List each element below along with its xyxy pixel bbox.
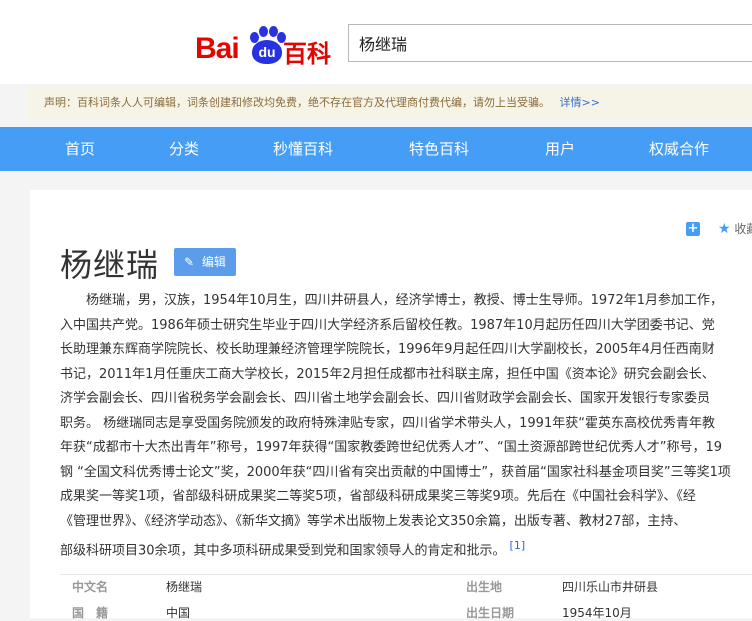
info-value: 1954年10月 [562,606,632,620]
summary-line: 职务。 杨继瑞同志是享受国务院颁发的政府特殊津贴专家，四川省学术带头人，1991… [60,415,715,431]
summary-line-last: 部级科研项目30余项，其中多项科研成果受到党和国家领导人的肯定和批示。 [1] [60,534,752,559]
search-box [348,24,752,62]
summary-line: 《管理世界》、《经济学动态》、《新华文摘》等学术出版物上发表论文350余篇，出版… [60,513,687,529]
header: Bai du 百科 [0,0,752,84]
collect-label: 收藏 [734,222,752,236]
info-label: 出生日期 [466,606,515,620]
nav-item-home[interactable]: 首页 [65,127,95,171]
summary-line: 长助理兼东辉商学院院长、校长助理兼经济管理学院院长，1996年9月起任四川大学副… [60,342,715,357]
nav-item-miaodong[interactable]: 秒懂百科 [273,127,333,171]
nav-item-featured[interactable]: 特色百科 [409,127,469,171]
summary-line: 成果奖一等奖1项，省部级科研成果奖二等奖5项，省部级科研成果奖三等奖9项。先后在… [60,489,696,504]
info-label: 国 籍 [72,606,109,620]
summary-line: 书记，2011年1月任重庆工商大学校长，2015年2月担任成都市社科联主席，担任… [60,366,715,382]
info-value: 杨继瑞 [166,580,203,594]
add-icon[interactable]: + [686,222,700,236]
disclaimer-notice: 声明：百科词条人人可编辑，词条创建和修改均免费，绝不存在官方及代理商付费代编，请… [28,87,752,119]
summary-line-text: 部级科研项目30余项，其中多项科研成果受到党和国家领导人的肯定和批示。 [60,543,506,559]
notice-more-link[interactable]: 详情>> [560,96,600,109]
search-input[interactable] [349,25,752,61]
citation-link[interactable]: [1] [510,539,526,552]
article-summary: 杨继瑞，男，汉族，1954年10月生，四川井研县人，经济学博士，教授、博士生导师… [60,289,752,559]
nav-item-user[interactable]: 用户 [545,127,575,171]
info-divider [60,574,752,575]
star-icon: ★ [718,221,731,237]
nav-item-authority[interactable]: 权威合作 [649,127,709,171]
page-title: 杨继瑞 [60,246,160,284]
nav-item-category[interactable]: 分类 [169,127,199,171]
summary-line: 济学会副会长、四川省税务学会副会长、四川省土地学会副会长、四川省财政学会副会长、… [60,391,711,406]
collect-button[interactable]: ★ 收藏 [718,220,752,237]
edit-label: 编辑 [201,255,226,269]
info-value: 中国 [166,606,191,620]
baidu-baike-logo[interactable]: Bai du 百科 [195,14,335,68]
main-nav: 首页 分类 秒懂百科 特色百科 用户 权威合作 [0,127,752,171]
summary-line: 入中国共产党。1986年硕士研究生毕业于四川大学经济系后留校任教。1987年10… [60,317,715,333]
info-value: 四川乐山市井研县 [562,580,659,594]
edit-button[interactable]: ✎ 编辑 [174,248,236,276]
summary-line: 钢 “全国文科优秀博士论文”奖，2000年获“四川省有突出贡献的中国博士”，获首… [60,464,731,480]
info-label: 中文名 [72,580,109,594]
paw-icon: du [250,26,286,64]
notice-text: 声明：百科词条人人可编辑，词条创建和修改均免费，绝不存在官方及代理商付费代编，请… [44,96,550,109]
logo-baike-text: 百科 [283,40,331,68]
logo-du-text: du [258,44,276,60]
logo-bai-text: Bai [195,32,240,65]
summary-line: 年获“成都市十大杰出青年”称号，1997年获得“国家教委跨世纪优秀人才”、“国土… [60,440,723,455]
info-label: 出生地 [466,580,503,594]
summary-line: 杨继瑞，男，汉族，1954年10月生，四川井研县人，经济学博士，教授、博士生导师… [86,293,723,308]
pencil-icon: ✎ [184,255,195,269]
